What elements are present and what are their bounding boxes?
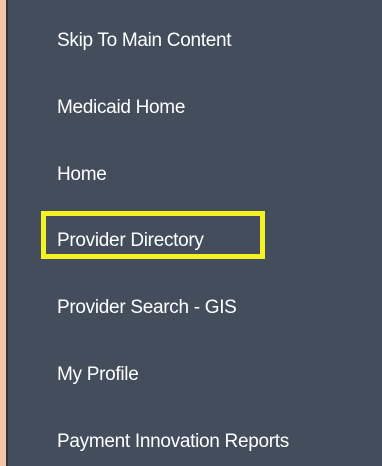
nav-item-home[interactable]: Home [57,163,107,187]
nav-item-payment-innovation-reports[interactable]: Payment Innovation Reports [57,430,289,454]
nav-item-provider-directory[interactable]: Provider Directory [57,229,204,253]
nav-item-my-profile[interactable]: My Profile [57,363,139,387]
nav-item-medicaid-home[interactable]: Medicaid Home [57,96,185,120]
navigation-menu: Skip To Main Content Medicaid Home Home … [6,0,382,466]
nav-item-provider-search-gis[interactable]: Provider Search - GIS [57,296,237,320]
nav-item-skip-to-main-content[interactable]: Skip To Main Content [57,29,232,53]
